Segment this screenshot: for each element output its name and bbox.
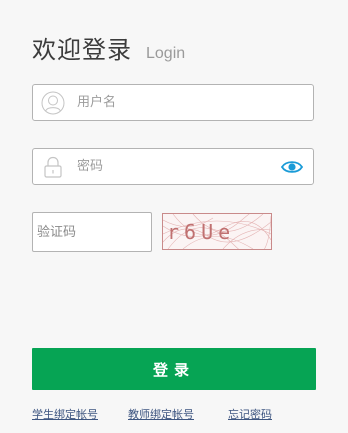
password-field[interactable] [32, 148, 314, 185]
captcha-input[interactable] [32, 212, 152, 252]
lock-icon [41, 155, 65, 179]
captcha-image[interactable]: r6Ue [162, 213, 272, 250]
username-field[interactable] [32, 84, 314, 121]
page-subtitle: Login [146, 45, 186, 62]
teacher-bind-link[interactable]: 教师绑定帐号 [128, 406, 194, 422]
eye-icon[interactable] [280, 158, 304, 176]
page-title: 欢迎登录 [32, 36, 132, 64]
username-input[interactable] [77, 85, 277, 120]
password-input[interactable] [77, 149, 277, 184]
captcha-text: r6Ue [167, 220, 235, 244]
student-bind-link[interactable]: 学生绑定帐号 [32, 406, 98, 422]
user-icon [41, 91, 65, 115]
page-header: 欢迎登录 Login [32, 30, 185, 66]
login-button[interactable]: 登录 [32, 348, 316, 390]
forgot-password-link[interactable]: 忘记密码 [228, 406, 272, 422]
